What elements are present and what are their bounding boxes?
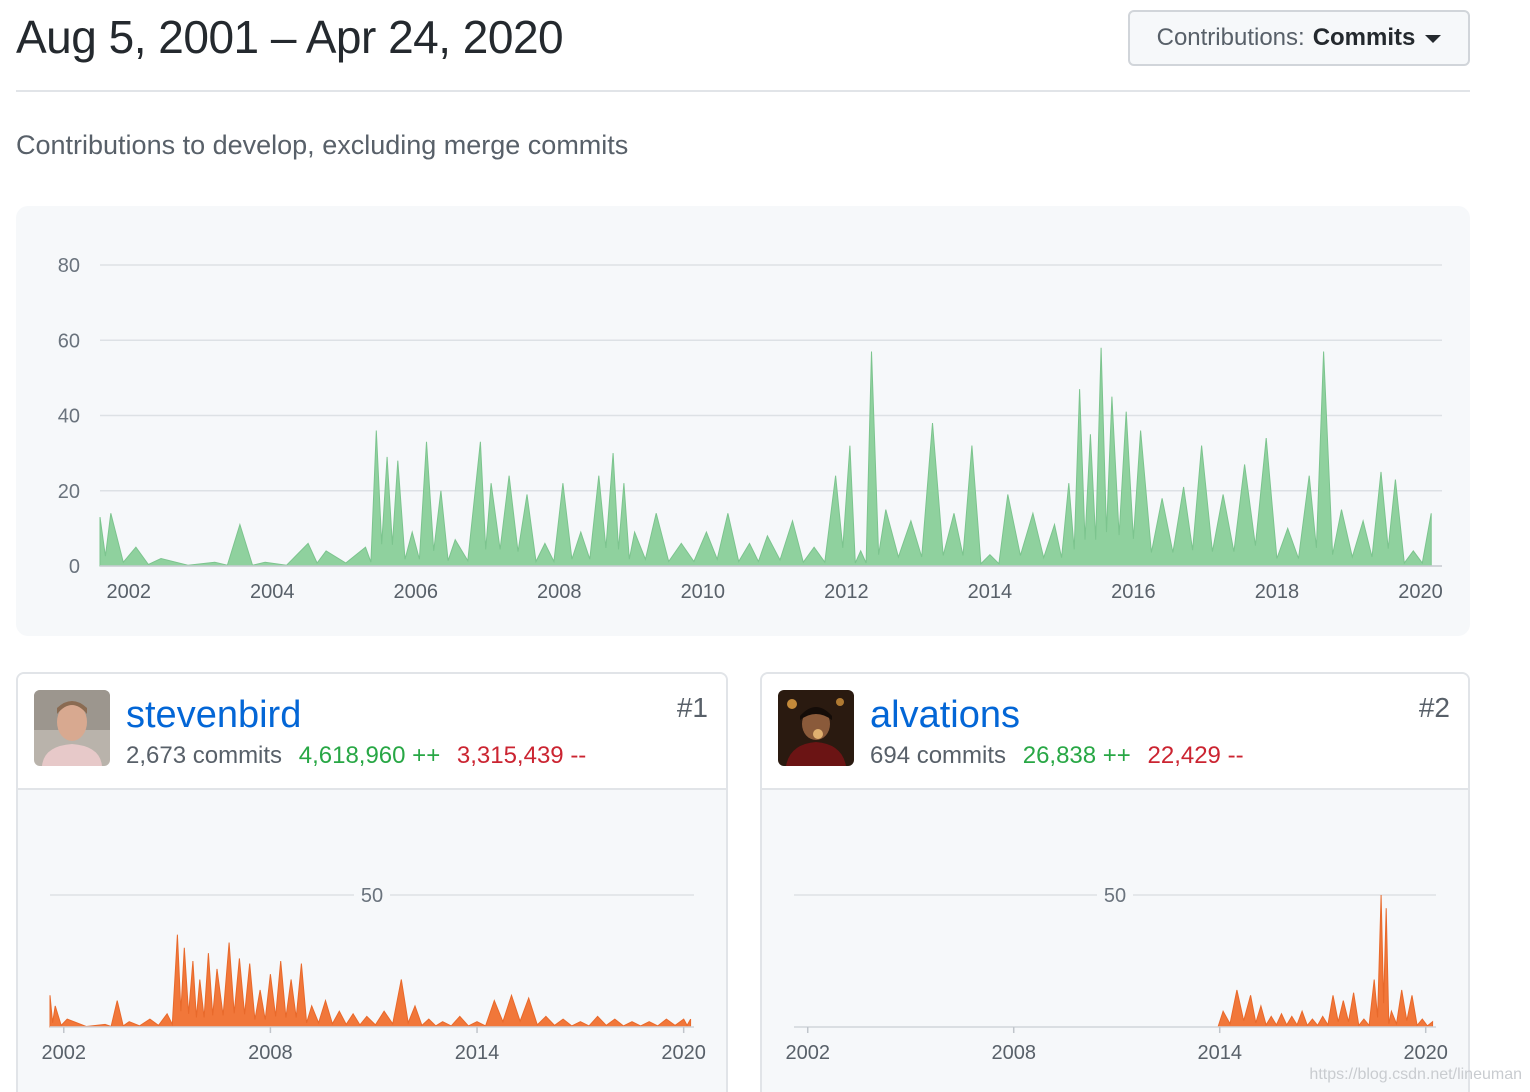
deletions-count: 22,429 -- xyxy=(1147,742,1244,769)
contributor-stats: 2,673 commits 4,618,960 ++ 3,315,439 -- xyxy=(126,742,586,770)
y-tick-label: 0 xyxy=(69,556,80,578)
dropdown-value: Commits xyxy=(1312,24,1416,51)
x-tick-label: 2014 xyxy=(1197,1042,1242,1064)
x-tick-label: 2014 xyxy=(968,581,1013,603)
x-tick-label: 2006 xyxy=(394,581,439,603)
x-tick-label: 2014 xyxy=(455,1042,500,1064)
page-header: Aug 5, 2001 – Apr 24, 2020 Contributions… xyxy=(16,0,1470,92)
contributor-stats: 694 commits 26,838 ++ 22,429 -- xyxy=(870,742,1244,770)
y-tick-label: 60 xyxy=(58,330,80,352)
contributor-card: stevenbird 2,673 commits 4,618,960 ++ 3,… xyxy=(16,672,728,1092)
main-chart-svg: 0 20 40 60 80 2002 2004 2006 2008 2010 2012 2014 201… xyxy=(58,255,1443,603)
contributor-name-link[interactable]: stevenbird xyxy=(126,694,301,737)
x-tick-label: 2010 xyxy=(681,581,726,603)
avatar[interactable] xyxy=(778,690,854,766)
date-range-title: Aug 5, 2001 – Apr 24, 2020 xyxy=(16,11,564,63)
x-tick-label: 2020 xyxy=(1403,1042,1448,1064)
series-area xyxy=(794,894,1434,1028)
x-tick-label: 2008 xyxy=(248,1042,293,1064)
contributor-rank: #2 xyxy=(1418,692,1450,723)
additions-count: 4,618,960 ++ xyxy=(298,742,441,769)
series-area xyxy=(99,347,1432,567)
contributor-chart: 50 2002 2008 2014 2020 xyxy=(762,790,1468,1092)
x-tick-label: 2004 xyxy=(250,581,295,603)
additions-count: 26,838 ++ xyxy=(1022,742,1131,769)
series-area xyxy=(49,934,692,1028)
y-tick-label: 80 xyxy=(58,255,80,277)
y-tick-label: 50 xyxy=(1104,885,1126,907)
contributor-card-header: stevenbird 2,673 commits 4,618,960 ++ 3,… xyxy=(18,674,726,790)
main-contributions-chart: 0 20 40 60 80 2002 2004 2006 2008 2010 2012 2014 201… xyxy=(16,206,1470,636)
commit-count: 694 commits xyxy=(870,742,1007,769)
watermark: https://blog.csdn.net/lineuman xyxy=(1309,1066,1522,1083)
contributions-dropdown[interactable]: Contributions: Commits xyxy=(1128,10,1470,66)
x-tick-label: 2020 xyxy=(661,1042,706,1064)
contributor-card: alvations 694 commits 26,838 ++ 22,429 -… xyxy=(760,672,1470,1092)
avatar[interactable] xyxy=(34,690,110,766)
deletions-count: 3,315,439 -- xyxy=(456,742,587,769)
y-tick-label: 20 xyxy=(58,481,80,503)
x-tick-label: 2002 xyxy=(785,1042,830,1064)
x-tick-label: 2002 xyxy=(106,581,151,603)
contributor-card-header: alvations 694 commits 26,838 ++ 22,429 -… xyxy=(762,674,1468,790)
y-tick-label: 50 xyxy=(361,885,383,907)
contributor-chart: 50 2002 2008 2014 2020 xyxy=(18,790,726,1092)
chart-subtitle: Contributions to develop, excluding merg… xyxy=(16,130,629,160)
dropdown-prefix: Contributions: xyxy=(1156,24,1305,51)
y-tick-label: 40 xyxy=(58,406,80,428)
x-tick-label: 2008 xyxy=(537,581,582,603)
x-tick-label: 2020 xyxy=(1398,581,1443,603)
contributor-name-link[interactable]: alvations xyxy=(870,694,1020,737)
caret-down-icon xyxy=(1425,35,1442,43)
x-tick-label: 2016 xyxy=(1111,581,1156,603)
contributor-chart-svg: 50 2002 2008 2014 2020 xyxy=(785,883,1448,1064)
contributor-chart-svg: 50 2002 2008 2014 2020 xyxy=(42,883,706,1064)
x-tick-label: 2008 xyxy=(991,1042,1036,1064)
commit-count: 2,673 commits xyxy=(126,742,283,769)
x-tick-label: 2018 xyxy=(1255,581,1300,603)
x-tick-label: 2002 xyxy=(42,1042,87,1064)
contributor-rank: #1 xyxy=(676,692,708,723)
x-tick-label: 2012 xyxy=(824,581,869,603)
